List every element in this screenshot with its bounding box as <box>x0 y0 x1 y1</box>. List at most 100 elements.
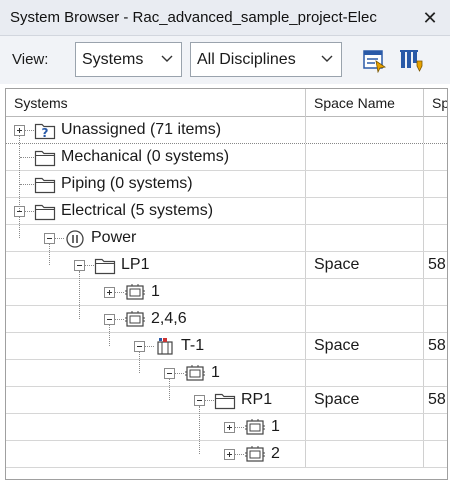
system-cell: Piping (0 systems) <box>6 171 306 197</box>
system-label: Electrical (5 systems) <box>61 202 214 219</box>
sp-cell: 58 <box>428 256 446 273</box>
circuit-icon <box>245 419 265 435</box>
expand-icon[interactable] <box>224 422 235 433</box>
system-cell: 1 <box>6 414 306 440</box>
column-header-sp[interactable]: Sp <box>424 89 447 117</box>
folder-icon <box>94 258 116 275</box>
sp-cell <box>424 171 447 197</box>
sp-cell: 58 <box>428 391 446 408</box>
view-label: View: <box>12 51 49 68</box>
system-label: RP1 <box>241 391 273 408</box>
tree-guide <box>49 244 50 265</box>
circuit-icon <box>185 365 205 381</box>
sp-cell <box>424 414 447 440</box>
tree-row[interactable]: Piping (0 systems) <box>6 171 447 198</box>
space-name-cell <box>306 198 424 224</box>
view-select[interactable]: Systems <box>75 42 182 77</box>
space-name-cell <box>306 171 424 197</box>
sp-cell <box>424 198 447 224</box>
view-select-value: Systems <box>82 50 144 68</box>
collapse-icon[interactable] <box>104 314 115 325</box>
sp-cell <box>424 225 447 251</box>
unknown-folder-icon: ? <box>34 123 56 140</box>
sp-cell <box>424 144 447 170</box>
system-cell: ? Unassigned (71 items) <box>6 117 306 143</box>
svg-text:?: ? <box>42 126 49 140</box>
sp-cell <box>424 279 447 305</box>
space-name-cell <box>306 306 424 332</box>
system-cell: RP1 <box>6 387 306 413</box>
system-label: 1 <box>271 418 280 435</box>
sp-cell <box>424 117 447 143</box>
system-cell: 1 <box>6 279 306 305</box>
folder-icon <box>34 177 56 194</box>
grid-header: Systems Space Name Sp <box>6 89 447 117</box>
space-name-cell <box>306 279 424 305</box>
column-header-space-name[interactable]: Space Name <box>306 89 424 117</box>
tree-guide <box>19 217 20 238</box>
system-label: LP1 <box>121 256 150 273</box>
tree-row[interactable]: 2,4,6 <box>6 306 447 333</box>
tree-guide <box>139 352 140 373</box>
tree-guide <box>199 406 200 454</box>
transformer-icon <box>157 338 173 355</box>
tree-row[interactable]: Mechanical (0 systems) <box>6 144 447 171</box>
close-icon[interactable]: ✕ <box>418 6 442 30</box>
collapse-icon[interactable] <box>74 260 85 271</box>
tree-row[interactable]: 1 <box>6 414 447 441</box>
sp-cell <box>424 441 447 467</box>
sp-cell <box>424 360 447 386</box>
tree-row[interactable]: 2 <box>6 441 447 468</box>
system-cell: 1 <box>6 360 306 386</box>
tree-row[interactable]: 1 <box>6 279 447 306</box>
system-label: Mechanical (0 systems) <box>61 148 230 165</box>
space-name-cell <box>306 360 424 386</box>
system-label: Piping (0 systems) <box>61 175 193 192</box>
tree-guide <box>169 379 170 400</box>
tree-guide <box>19 136 20 211</box>
tree-row[interactable]: RP1 Space 58 <box>6 387 447 414</box>
circuit-icon <box>245 446 265 462</box>
toolbar: View: Systems All Disciplines <box>0 36 450 84</box>
discipline-select[interactable]: All Disciplines <box>190 42 342 77</box>
column-settings-icon[interactable] <box>361 47 387 73</box>
folder-icon <box>214 393 236 410</box>
system-cell: LP1 <box>6 252 306 278</box>
circuit-icon <box>125 311 145 327</box>
tree-row[interactable]: Electrical (5 systems) <box>6 198 447 225</box>
tree-row[interactable]: Power <box>6 225 447 252</box>
system-cell: Mechanical (0 systems) <box>6 144 306 170</box>
expand-icon[interactable] <box>224 449 235 460</box>
collapse-icon[interactable] <box>134 341 145 352</box>
space-name-cell <box>306 441 424 467</box>
title-bar: System Browser - Rac_advanced_sample_pro… <box>0 0 450 36</box>
space-name-cell <box>306 117 424 143</box>
power-icon <box>66 230 84 248</box>
tree-connector <box>20 184 34 185</box>
system-label: Unassigned (71 items) <box>61 121 222 138</box>
expand-icon[interactable] <box>104 287 115 298</box>
tree-row[interactable]: 1 <box>6 360 447 387</box>
system-label: T-1 <box>181 337 205 354</box>
space-name-cell: Space <box>306 252 424 278</box>
chevron-down-icon <box>321 55 333 62</box>
tree-row[interactable]: ? Unassigned (71 items) <box>6 117 447 144</box>
column-header-systems[interactable]: Systems <box>6 89 306 117</box>
space-name-cell <box>306 144 424 170</box>
tree-row[interactable]: T-1 Space 58 <box>6 333 447 360</box>
window-title: System Browser - Rac_advanced_sample_pro… <box>10 9 377 26</box>
system-cell: Power <box>6 225 306 251</box>
collapse-icon[interactable] <box>164 368 175 379</box>
tree-row[interactable]: LP1 Space 58 <box>6 252 447 279</box>
properties-icon[interactable] <box>398 47 424 73</box>
collapse-icon[interactable] <box>44 233 55 244</box>
folder-icon <box>34 204 56 221</box>
sp-cell <box>424 306 447 332</box>
system-tree-grid: Systems Space Name Sp ? Unassigned (71 it… <box>5 88 448 480</box>
system-label: Power <box>91 229 137 246</box>
collapse-icon[interactable] <box>194 395 205 406</box>
expand-icon[interactable] <box>14 125 25 136</box>
sp-cell: 58 <box>428 337 446 354</box>
space-name-cell <box>306 414 424 440</box>
tree-guide <box>109 325 110 346</box>
